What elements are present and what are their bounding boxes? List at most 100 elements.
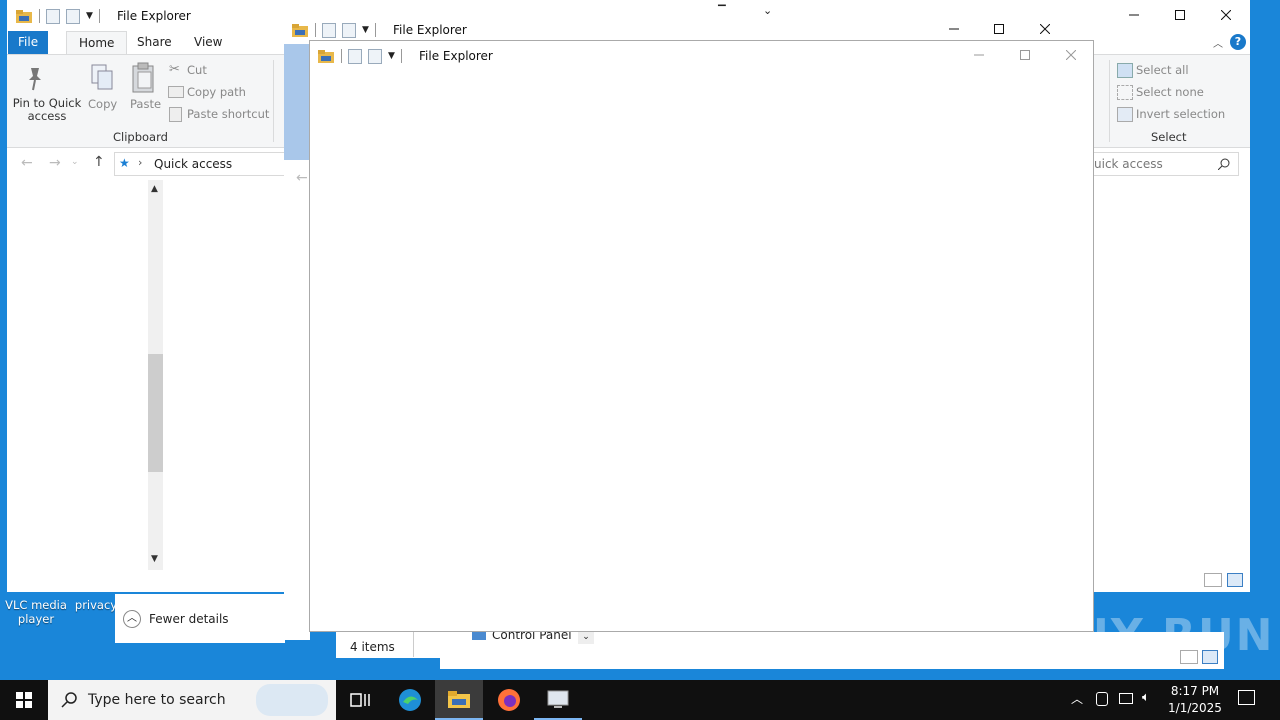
quick-access-toolbar: ▼: [15, 8, 100, 24]
minimize-button[interactable]: [956, 41, 1002, 69]
tab-view[interactable]: View: [182, 31, 234, 54]
search-box[interactable]: uick access: [1089, 152, 1239, 176]
search-highlight-image: [256, 684, 328, 716]
help-icon[interactable]: ?: [1230, 34, 1246, 50]
status-bar: 4 items: [336, 632, 440, 658]
copy-path-button[interactable]: Copy path: [187, 85, 246, 99]
forward-arrow-icon[interactable]: →: [49, 155, 61, 171]
recent-chevron-icon[interactable]: ⌄: [71, 157, 79, 167]
middle-window-ribbon-edge: [284, 44, 310, 160]
window-title: File Explorer: [419, 49, 493, 63]
maximize-button[interactable]: [1002, 41, 1048, 69]
nav-pane-scrollbar[interactable]: ▲ ▼: [148, 180, 163, 570]
fewer-details-link[interactable]: Fewer details: [149, 612, 229, 626]
close-button[interactable]: [1048, 41, 1094, 69]
ribbon-divider: [273, 60, 274, 142]
pin-to-quick-access-button[interactable]: Pin to Quick access: [11, 97, 83, 123]
select-group-label: Select: [1151, 130, 1187, 144]
quick-access-toolbar: ▼: [291, 22, 376, 38]
folder-icon: [16, 10, 32, 23]
control-panel-window: Control Panel ⌄: [440, 628, 1224, 669]
scroll-up-icon[interactable]: ▲: [151, 184, 158, 194]
select-all-button[interactable]: Select all: [1136, 63, 1189, 77]
close-button[interactable]: [1022, 15, 1068, 43]
collapse-ribbon-icon[interactable]: ︿: [1213, 35, 1223, 50]
copy-icon: [88, 63, 116, 96]
details-view-icon[interactable]: [1180, 650, 1198, 664]
chevron-down-icon[interactable]: ▼: [388, 51, 395, 61]
chevron-down-icon[interactable]: ⌄: [578, 632, 594, 644]
folder-icon: [292, 24, 308, 37]
start-button[interactable]: [0, 680, 48, 720]
large-icons-view-icon[interactable]: [1202, 650, 1218, 664]
search-icon: [61, 692, 77, 708]
task-view-button[interactable]: [336, 680, 384, 720]
app-taskbar-button[interactable]: [534, 680, 582, 720]
folder-icon: [448, 691, 470, 708]
new-folder-icon[interactable]: [368, 48, 382, 64]
invert-selection-button[interactable]: Invert selection: [1136, 107, 1225, 121]
up-arrow-icon[interactable]: ↑: [93, 154, 105, 170]
close-button[interactable]: [1203, 1, 1249, 29]
firefox-icon: [498, 689, 520, 711]
clipboard-group-label: Clipboard: [113, 130, 168, 144]
ribbon-toggle-icon[interactable]: ▔: [718, 6, 726, 17]
monitor-icon: [547, 690, 569, 708]
chevron-down-icon[interactable]: ▼: [86, 11, 93, 21]
taskbar-search-box[interactable]: Type here to search: [48, 680, 336, 720]
large-icons-view-icon[interactable]: [1227, 573, 1243, 587]
window-title: File Explorer: [393, 23, 467, 37]
star-pin-icon: ★: [119, 156, 130, 170]
item-count: 4 items: [350, 640, 395, 654]
show-hidden-icons-icon[interactable]: ︿: [1071, 690, 1083, 707]
middle-window-body: [284, 160, 310, 640]
select-none-button[interactable]: Select none: [1136, 85, 1204, 99]
properties-icon[interactable]: [46, 8, 60, 24]
select-none-icon: [1117, 85, 1133, 100]
quick-access-toolbar: ▼: [317, 48, 402, 64]
explorer-window-front: ▼ File Explorer: [309, 40, 1094, 632]
windows-logo-icon: [16, 692, 32, 708]
meet-now-icon[interactable]: [1096, 692, 1108, 706]
tab-home[interactable]: Home: [66, 31, 128, 55]
chevron-down-icon[interactable]: ⌄: [763, 4, 772, 17]
search-placeholder: uick access: [1094, 157, 1163, 171]
back-arrow-icon[interactable]: ←: [21, 155, 33, 171]
network-icon[interactable]: [1119, 693, 1133, 704]
volume-icon[interactable]: 🔈︎: [1142, 690, 1150, 705]
firefox-button[interactable]: [485, 680, 533, 720]
minimize-button[interactable]: [1111, 1, 1157, 29]
properties-icon[interactable]: [348, 48, 362, 64]
maximize-button[interactable]: [976, 15, 1022, 43]
desktop-icon-privacy[interactable]: privacy: [72, 598, 120, 612]
cut-button[interactable]: Cut: [187, 63, 207, 77]
tab-file[interactable]: File: [8, 31, 49, 54]
address-text: Quick access: [154, 157, 233, 171]
paste-shortcut-button[interactable]: Paste shortcut: [187, 107, 269, 121]
minimize-button[interactable]: [931, 15, 977, 43]
properties-icon[interactable]: [322, 22, 336, 38]
file-explorer-taskbar-button[interactable]: [435, 680, 483, 720]
maximize-button[interactable]: [1157, 1, 1203, 29]
tab-share[interactable]: Share: [125, 31, 184, 54]
desktop-icon-vlc[interactable]: VLC media player: [4, 598, 68, 626]
window-title: File Explorer: [117, 9, 191, 23]
notifications-icon[interactable]: [1238, 690, 1255, 705]
details-view-icon[interactable]: [1204, 573, 1222, 587]
edge-button[interactable]: [386, 680, 434, 720]
address-bar[interactable]: ★ › Quick access: [114, 152, 292, 176]
chevron-down-icon[interactable]: ▼: [362, 25, 369, 35]
scroll-down-icon[interactable]: ▼: [151, 554, 158, 564]
search-icon: [1218, 158, 1230, 170]
new-folder-icon[interactable]: [342, 22, 356, 38]
back-arrow-icon[interactable]: ←: [296, 170, 308, 186]
paste-button[interactable]: Paste: [130, 97, 161, 111]
new-folder-icon[interactable]: [66, 8, 80, 24]
invert-selection-icon: [1117, 107, 1133, 122]
copy-button[interactable]: Copy: [88, 97, 117, 111]
scrollbar-thumb[interactable]: [148, 354, 163, 472]
chevron-up-icon[interactable]: ︿: [123, 610, 141, 628]
breadcrumb-chevron-icon: ›: [138, 156, 143, 169]
paste-shortcut-icon: [169, 107, 182, 122]
clock[interactable]: 8:17 PM 1/1/2025: [1166, 683, 1224, 717]
